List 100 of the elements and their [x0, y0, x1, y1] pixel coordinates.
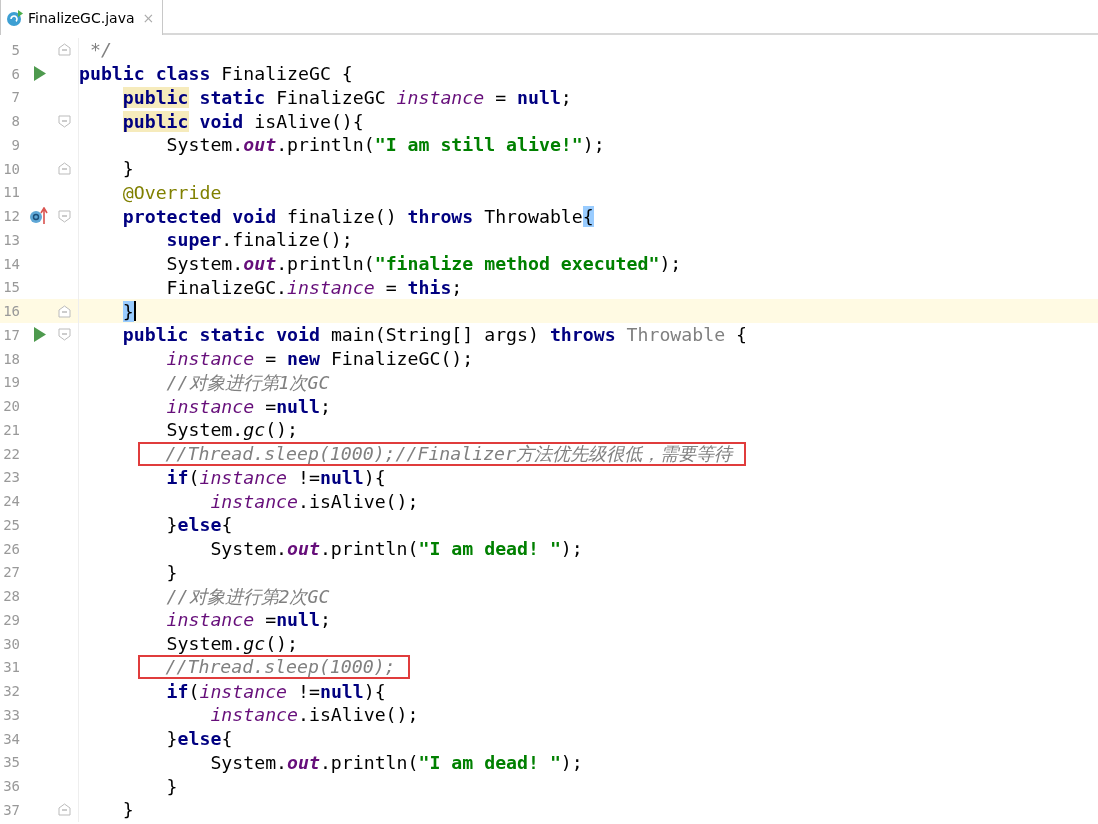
code-keyword: new — [287, 348, 320, 370]
line-number: 16 — [2, 303, 20, 320]
code-keyword: public — [122, 324, 189, 346]
code-field: instance — [210, 704, 298, 726]
code-keyword: class — [155, 63, 211, 85]
code-text: != — [298, 680, 320, 702]
code-text: ){ — [363, 680, 386, 702]
line-number: 5 — [10, 41, 20, 58]
text-caret — [133, 301, 136, 322]
code-field: instance — [287, 276, 375, 298]
line-number: 24 — [2, 493, 20, 510]
line-number: 25 — [2, 516, 20, 533]
code-keyword: public — [122, 110, 189, 132]
code-text: } — [122, 799, 134, 821]
code-text: } — [166, 775, 178, 797]
code-method: gc — [243, 419, 266, 441]
line-number: 10 — [2, 160, 20, 177]
code-text: isAlive(){ — [254, 110, 364, 132]
line-number: 28 — [2, 588, 20, 605]
code-keyword: protected — [122, 205, 222, 227]
line-number: 17 — [2, 326, 20, 343]
line-number: 14 — [2, 255, 20, 272]
fold-marker-icon[interactable] — [58, 328, 71, 342]
code-text: ); — [560, 751, 583, 773]
fold-marker-icon[interactable] — [58, 43, 71, 57]
code-field: instance — [166, 609, 255, 631]
line-number: 6 — [10, 65, 20, 82]
code-text: = — [385, 276, 398, 298]
code-text: ( — [188, 466, 200, 488]
code-text: ; — [560, 86, 572, 108]
code-text: } — [166, 514, 178, 536]
fold-marker-icon[interactable] — [58, 162, 71, 176]
code-text: FinalizeGC — [276, 86, 387, 108]
code-text: ( — [188, 680, 200, 702]
code-text: ); — [659, 253, 682, 275]
code-text: (); — [265, 419, 299, 441]
code-text: = — [265, 395, 277, 417]
line-number: 21 — [2, 421, 20, 438]
line-number: 30 — [2, 635, 20, 652]
line-number: 18 — [2, 350, 20, 367]
code-text: .println( — [319, 751, 419, 773]
fold-marker-icon[interactable] — [58, 114, 71, 128]
code-static-field: out — [287, 751, 320, 773]
code-keyword: throws — [549, 324, 616, 346]
fold-marker-icon[interactable] — [58, 304, 71, 318]
line-number: 36 — [2, 778, 20, 795]
code-text: FinalizeGC. — [166, 276, 288, 298]
code-text: { — [221, 514, 233, 536]
code-keyword: static — [199, 86, 266, 108]
code-comment: //对象进行第1次GC — [166, 370, 330, 395]
line-number: 13 — [2, 231, 20, 248]
code-text: = — [265, 348, 278, 370]
code-brace: } — [122, 300, 134, 322]
run-icon[interactable] — [32, 327, 46, 343]
line-number: 26 — [2, 540, 20, 557]
code-string: "I am dead! " — [418, 538, 561, 560]
line-number: 37 — [2, 801, 20, 818]
line-number: 32 — [2, 683, 20, 700]
code-text: ; — [319, 395, 331, 417]
fold-marker-icon[interactable] — [58, 803, 71, 817]
overrides-method-icon[interactable] — [29, 207, 49, 226]
code-keyword: null — [276, 395, 320, 417]
code-method: gc — [243, 633, 266, 655]
java-class-icon — [6, 8, 24, 27]
line-number: 23 — [2, 469, 20, 486]
code-text: .isAlive(); — [298, 704, 419, 726]
code-text: System. — [210, 538, 288, 560]
code-comment: */ — [89, 39, 112, 61]
code-text: .finalize(); — [221, 229, 353, 251]
code-type: Throwable — [626, 324, 726, 346]
code-comment: //对象进行第2次GC — [166, 584, 330, 609]
code-text: { — [221, 728, 233, 750]
code-text: ); — [582, 134, 605, 156]
code-string: "finalize method executed" — [374, 253, 660, 275]
line-number: 20 — [2, 398, 20, 415]
code-text: = — [265, 609, 277, 631]
code-text: ); — [560, 538, 583, 560]
code-annotation: @Override — [122, 181, 222, 203]
code-keyword: if — [166, 680, 189, 702]
run-icon[interactable] — [32, 66, 46, 82]
file-tab[interactable]: FinalizeGC.java × — [0, 0, 164, 35]
line-number: 8 — [10, 113, 20, 130]
code-brace: { — [582, 205, 594, 227]
fold-marker-icon[interactable] — [58, 209, 71, 223]
code-field: instance — [210, 490, 298, 512]
line-number: 35 — [2, 754, 20, 771]
code-text: } — [166, 728, 178, 750]
code-text: = — [495, 86, 508, 108]
code-keyword: null — [319, 466, 364, 488]
line-number: 12 — [2, 208, 20, 225]
code-text: System. — [166, 253, 244, 275]
code-text: { — [736, 324, 747, 346]
code-text: .println( — [276, 253, 375, 275]
code-text: System. — [166, 134, 244, 156]
code-text: } — [122, 158, 134, 180]
line-number: 9 — [10, 136, 20, 153]
code-field: instance — [396, 86, 485, 108]
line-number: 29 — [2, 611, 20, 628]
code-keyword: this — [407, 276, 452, 298]
code-text: (); — [265, 633, 299, 655]
